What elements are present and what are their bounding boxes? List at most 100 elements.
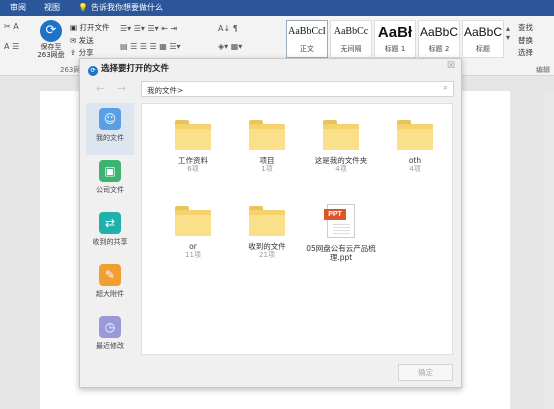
open-file-dialog: ⟳ 选择要打开的文件 ☒ ← → 我的文件> ⌕ ☺ 我的文件 ▣ 公司文件 ⇄ … (79, 58, 462, 388)
item-count: 11项 (185, 251, 201, 259)
tab-review[interactable]: 审阅 (10, 2, 26, 13)
item-name: 05网盘公有云产品梳理.ppt (306, 244, 376, 262)
path-bar[interactable]: 我的文件> ⌕ (141, 81, 454, 97)
ppt-file-icon: PPT (324, 204, 355, 238)
send-button[interactable]: ✉ 发送 (70, 35, 94, 46)
briefcase-icon: ▣ (99, 160, 121, 182)
select-button[interactable]: 选择 (518, 47, 533, 58)
folder-icon (249, 120, 285, 150)
item-count: 1项 (261, 165, 273, 173)
back-arrow-icon[interactable]: ← (96, 82, 105, 95)
folder-item[interactable]: or 11项 (158, 206, 228, 260)
save-263-label: 保存至263网盘 (37, 43, 65, 59)
close-icon[interactable]: ☒ (447, 61, 455, 71)
save-263-button[interactable]: ⟳ 保存至263网盘 (36, 20, 66, 59)
vertical-scrollbar[interactable] (544, 92, 554, 409)
style-no-spacing[interactable]: AaBbCc 无间隔 (330, 20, 372, 58)
select-label: 选择 (518, 48, 533, 57)
share-icon: ⇄ (99, 212, 121, 234)
ppt-badge: PPT (324, 209, 346, 220)
sidebar-item-label: 公司文件 (96, 186, 124, 194)
format-painter-icon[interactable]: ✂ A (4, 22, 19, 31)
tab-view[interactable]: 视图 (44, 2, 60, 13)
tell-me-box[interactable]: 💡 告诉我你想要做什么 (78, 2, 163, 13)
sidebar-item-label: 我的文件 (96, 134, 124, 142)
paperclip-icon: ✎ (99, 264, 121, 286)
find-label: 查找 (518, 23, 533, 32)
style-title[interactable]: AaBbC 标题 (462, 20, 504, 58)
style-name: 正文 (300, 45, 314, 53)
style-sample: AaBbC (463, 25, 503, 39)
list-icons[interactable]: ☰▾ ☰▾ ☰▾ ⇤ ⇥ (120, 24, 177, 33)
replace-button[interactable]: 替换 (518, 35, 533, 46)
item-name: 项目 (259, 156, 275, 165)
search-icon[interactable]: ⌕ (443, 83, 448, 93)
item-name: or (189, 242, 197, 251)
path-text: 我的文件> (147, 86, 184, 95)
folder-icon (175, 120, 211, 150)
style-sample: AaBbCc (333, 26, 369, 37)
item-count: 21项 (259, 251, 275, 259)
dialog-title-text: 选择要打开的文件 (101, 64, 170, 74)
style-sample: AaBbC (419, 25, 459, 39)
folder-item[interactable]: 这是我的文件夹 4项 (306, 120, 376, 174)
folder-item[interactable]: 收到的文件 21项 (232, 206, 302, 260)
item-count: 4项 (409, 165, 421, 173)
sidebar-item-recent[interactable]: ◷ 最近修改 (86, 311, 134, 363)
shading-icon[interactable]: ◈▾ ▦▾ (218, 42, 242, 51)
app-logo-icon: ⟳ (88, 66, 98, 76)
folder-icon (323, 120, 359, 150)
cloud-save-icon: ⟳ (40, 20, 62, 42)
sidebar-item-label: 最近修改 (96, 342, 124, 350)
item-name: 收到的文件 (248, 242, 286, 251)
folder-icon (397, 120, 433, 150)
font-icon[interactable]: A ☰ (4, 42, 19, 51)
folder-icon (249, 206, 285, 236)
edit-group-label: 编辑 (536, 66, 550, 74)
styles-scroll-icon[interactable]: ▴ ▾ (506, 24, 510, 42)
file-item[interactable]: PPT 05网盘公有云产品梳理.ppt (306, 204, 376, 262)
item-count: 4项 (335, 165, 347, 173)
style-normal[interactable]: AaBbCcI 正文 (286, 20, 328, 58)
folder-item[interactable]: 项目 1项 (232, 120, 302, 174)
item-name: 工作资料 (178, 156, 208, 165)
tell-me-text: 告诉我你想要做什么 (90, 3, 163, 12)
ok-button[interactable]: 确定 (398, 364, 453, 381)
send-label: 发送 (78, 36, 94, 45)
style-name: 标题 1 (384, 45, 406, 53)
style-name: 标题 (476, 45, 490, 53)
share-button[interactable]: ⇪ 分享 (70, 47, 94, 58)
style-name: 无间隔 (340, 45, 362, 53)
align-icons[interactable]: ▤ ☰ ☰ ☰ ▦ ☰▾ (120, 42, 181, 51)
open-file-button[interactable]: ▣ 打开文件 (70, 22, 109, 33)
lightbulb-icon: 💡 (78, 3, 88, 12)
style-sample: AaBł (377, 24, 413, 41)
style-name: 标题 2 (428, 45, 450, 53)
sidebar-item-label: 收到的共享 (92, 238, 128, 246)
sidebar-item-company-files[interactable]: ▣ 公司文件 (86, 155, 134, 207)
style-sample: AaBbCcI (288, 26, 326, 37)
open-file-label: 打开文件 (79, 23, 110, 32)
ribbon-tabbar: 审阅 视图 💡 告诉我你想要做什么 (0, 0, 554, 16)
find-button[interactable]: 查找 (518, 22, 533, 33)
sidebar-item-large-attachments[interactable]: ✎ 超大附件 (86, 259, 134, 311)
folder-item[interactable]: 工作资料 6项 (158, 120, 228, 174)
sort-icon[interactable]: A↓ ¶ (218, 24, 238, 33)
sidebar-item-my-files[interactable]: ☺ 我的文件 (86, 103, 134, 155)
item-name: oth (408, 156, 422, 165)
user-icon: ☺ (99, 108, 121, 130)
share-label: 分享 (78, 48, 94, 57)
sidebar-item-received-shares[interactable]: ⇄ 收到的共享 (86, 207, 134, 259)
forward-arrow-icon[interactable]: → (117, 82, 126, 95)
item-count: 6项 (187, 165, 199, 173)
sidebar-item-label: 超大附件 (96, 290, 124, 298)
item-name: 这是我的文件夹 (314, 156, 368, 165)
style-heading-1[interactable]: AaBł 标题 1 (374, 20, 416, 58)
clock-icon: ◷ (99, 316, 121, 338)
dialog-title: ⟳ 选择要打开的文件 (88, 62, 169, 76)
style-heading-2[interactable]: AaBbC 标题 2 (418, 20, 460, 58)
folder-item[interactable]: oth 4项 (380, 120, 450, 174)
replace-label: 替换 (518, 36, 533, 45)
file-grid: 工作资料 6项 项目 1项 这是我的文件夹 4项 oth 4项 or 11项 收… (141, 103, 453, 355)
folder-icon (175, 206, 211, 236)
